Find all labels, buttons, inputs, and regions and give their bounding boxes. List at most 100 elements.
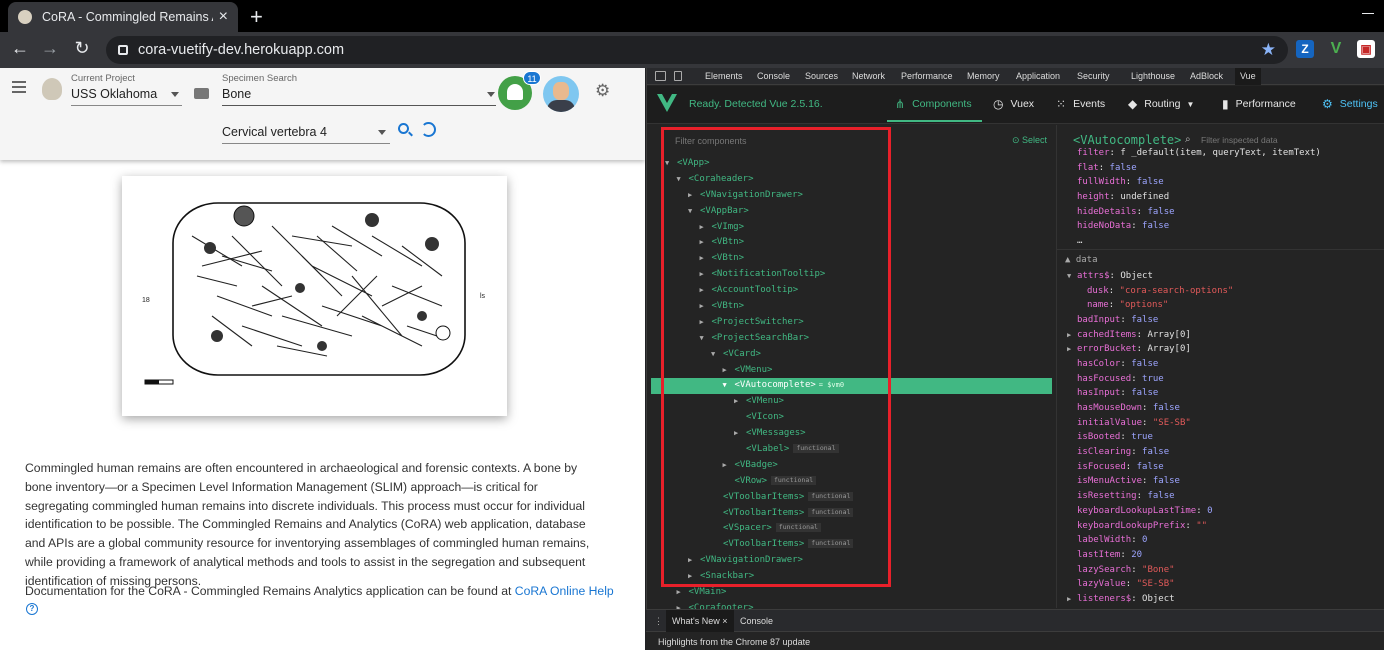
inspected-property[interactable]: height: undefined: [1057, 190, 1384, 205]
devtools-tab-security[interactable]: Security: [1077, 71, 1110, 81]
inspected-property[interactable]: flat: false: [1057, 161, 1384, 176]
inspected-property[interactable]: initialValue: "SE-SB": [1057, 416, 1384, 431]
bookmark-star-icon[interactable]: ★: [1261, 40, 1276, 60]
tree-node[interactable]: <VSpacer> functional: [647, 521, 1057, 537]
collapsed-arrow-icon[interactable]: ▶: [700, 220, 712, 236]
collapsed-arrow-icon[interactable]: ▶: [700, 283, 712, 299]
inspected-property[interactable]: lazySearch: "Bone": [1057, 563, 1384, 578]
reload-icon[interactable]: ↻: [70, 38, 94, 59]
extension-v-icon[interactable]: V: [1327, 40, 1345, 58]
collapsed-arrow-icon[interactable]: ▶: [734, 426, 746, 442]
filter-components-input[interactable]: Filter components: [675, 136, 747, 146]
collapsed-arrow-icon[interactable]: ▶: [700, 315, 712, 331]
inspected-property[interactable]: ▶ listeners$: Object: [1057, 592, 1384, 607]
chevron-down-icon[interactable]: [171, 92, 179, 97]
cora-online-help-link[interactable]: CoRA Online Help: [515, 584, 614, 598]
close-icon[interactable]: ×: [722, 616, 727, 626]
inspected-property[interactable]: hasColor: false: [1057, 357, 1384, 372]
specimen-search-input[interactable]: Bone: [222, 87, 251, 101]
project-select[interactable]: USS Oklahoma: [71, 87, 157, 101]
element-select[interactable]: Cervical vertebra 4: [222, 125, 327, 139]
inspected-property[interactable]: hideDetails: false: [1057, 205, 1384, 220]
drawer-tab-whats-new[interactable]: What's New ×: [666, 610, 734, 632]
expanded-arrow-icon[interactable]: ▼: [688, 204, 700, 220]
tree-node[interactable]: ▶ <VMenu>: [647, 394, 1057, 410]
browser-tab[interactable]: CoRA - Commingled Remains An ×: [8, 2, 238, 32]
inspected-property[interactable]: ▼ attrs$: Object: [1057, 269, 1384, 284]
collapsed-arrow-icon[interactable]: ▶: [700, 299, 712, 315]
devtools-tab-lighthouse[interactable]: Lighthouse: [1131, 71, 1175, 81]
collapsed-arrow-icon[interactable]: ▶: [677, 585, 689, 601]
inspected-property[interactable]: hasMouseDown: false: [1057, 401, 1384, 416]
expanded-arrow-icon[interactable]: ▼: [700, 331, 712, 347]
expanded-arrow-icon[interactable]: ▼: [723, 378, 735, 394]
more-ellipsis[interactable]: …: [1057, 234, 1384, 249]
tree-node[interactable]: ▶ <VBtn>: [647, 251, 1057, 267]
tree-node[interactable]: ▶ <Snackbar>: [647, 569, 1057, 585]
tree-node[interactable]: ▼ <VAutocomplete> = $vm0: [651, 378, 1052, 395]
devtools-tab-performance[interactable]: Performance: [901, 71, 953, 81]
devtools-tab-console[interactable]: Console: [757, 71, 790, 81]
tree-node[interactable]: ▶ <VMenu>: [647, 363, 1057, 379]
tree-node[interactable]: ▶ <ProjectSwitcher>: [647, 315, 1057, 331]
collapsed-arrow-icon[interactable]: ▶: [700, 235, 712, 251]
tree-node[interactable]: ▶ <VBadge>: [647, 458, 1057, 474]
tree-node[interactable]: <VToolbarItems> functional: [647, 490, 1057, 506]
expanded-arrow-icon[interactable]: ▼: [677, 172, 689, 188]
url-text[interactable]: cora-vuetify-dev.herokuapp.com: [138, 42, 344, 58]
inspected-property[interactable]: lazyValue: "SE-SB": [1057, 577, 1384, 592]
inspected-property[interactable]: keyboardLookupLastTime: 0: [1057, 504, 1384, 519]
avatar[interactable]: [543, 76, 579, 112]
drawer-tab-console[interactable]: Console: [740, 616, 773, 626]
tree-node[interactable]: ▶ <VImg>: [647, 220, 1057, 236]
omnibox[interactable]: cora-vuetify-dev.herokuapp.com ★: [106, 36, 1288, 64]
tree-node[interactable]: ▼ <VApp>: [647, 156, 1057, 172]
inspected-property[interactable]: isResetting: false: [1057, 489, 1384, 504]
inspected-property[interactable]: fullWidth: false: [1057, 175, 1384, 190]
tree-node[interactable]: ▶ <VNavigationDrawer>: [647, 553, 1057, 569]
inspected-property[interactable]: hideNoData: false: [1057, 219, 1384, 234]
inspected-property[interactable]: keyboardLookupPrefix: "": [1057, 519, 1384, 534]
history-icon[interactable]: [421, 122, 436, 137]
vue-tab-events[interactable]: ⁙ Events: [1056, 97, 1105, 111]
inspected-property[interactable]: hasInput: false: [1057, 386, 1384, 401]
collapsed-arrow-icon[interactable]: ▶: [723, 363, 735, 379]
tree-node[interactable]: ▶ <VMessages>: [647, 426, 1057, 442]
inspected-property[interactable]: ▶ cachedItems: Array[0]: [1057, 328, 1384, 343]
tab-close-icon[interactable]: ×: [219, 8, 228, 26]
devtools-tab-application[interactable]: Application: [1016, 71, 1060, 81]
devtools-tab-elements[interactable]: Elements: [705, 71, 743, 81]
tree-node[interactable]: ▼ <VCard>: [647, 347, 1057, 363]
inspected-property[interactable]: dusk: "cora-search-options": [1057, 284, 1384, 299]
inspected-property[interactable]: filter: f _default(item, queryText, item…: [1057, 146, 1384, 161]
inspected-property[interactable]: isClearing: false: [1057, 445, 1384, 460]
devtools-tab-memory[interactable]: Memory: [967, 71, 1000, 81]
devtools-tab-sources[interactable]: Sources: [805, 71, 838, 81]
devtools-tab-vue[interactable]: Vue: [1235, 68, 1261, 85]
devtools-tab-adblock[interactable]: AdBlock: [1190, 71, 1223, 81]
collapsed-arrow-icon[interactable]: ▶: [723, 458, 735, 474]
tree-node[interactable]: ▶ <NotificationTooltip>: [647, 267, 1057, 283]
vue-tab-performance[interactable]: ▮ Performance: [1222, 97, 1296, 111]
select-component-button[interactable]: ⊙ Select: [1012, 135, 1047, 146]
help-circle-icon[interactable]: ?: [26, 603, 38, 615]
extension-z-icon[interactable]: Z: [1296, 40, 1314, 58]
vue-tab-vuex[interactable]: ◷ Vuex: [993, 97, 1034, 111]
collapsed-arrow-icon[interactable]: ▶: [688, 553, 700, 569]
tree-node[interactable]: ▶ <VMain>: [647, 585, 1057, 601]
collapsed-arrow-icon[interactable]: ▶: [1067, 592, 1077, 607]
tree-node[interactable]: <VToolbarItems> functional: [647, 537, 1057, 553]
tree-node[interactable]: <VLabel> functional: [647, 442, 1057, 458]
extension-shield-icon[interactable]: ▣: [1357, 40, 1375, 58]
menu-icon[interactable]: [12, 81, 26, 96]
inspected-property[interactable]: isMenuActive: false: [1057, 474, 1384, 489]
inspected-property[interactable]: badInput: false: [1057, 313, 1384, 328]
devtools-tab-network[interactable]: Network: [852, 71, 885, 81]
tree-node[interactable]: ▶ <AccountTooltip>: [647, 283, 1057, 299]
expanded-arrow-icon[interactable]: ▼: [665, 156, 677, 172]
inspected-property[interactable]: isBooted: true: [1057, 430, 1384, 445]
tree-node[interactable]: ▶ <VBtn>: [647, 299, 1057, 315]
device-toolbar-icon[interactable]: [674, 71, 682, 81]
inspected-property[interactable]: name: "options": [1057, 298, 1384, 313]
tree-node[interactable]: ▼ <Coraheader>: [647, 172, 1057, 188]
